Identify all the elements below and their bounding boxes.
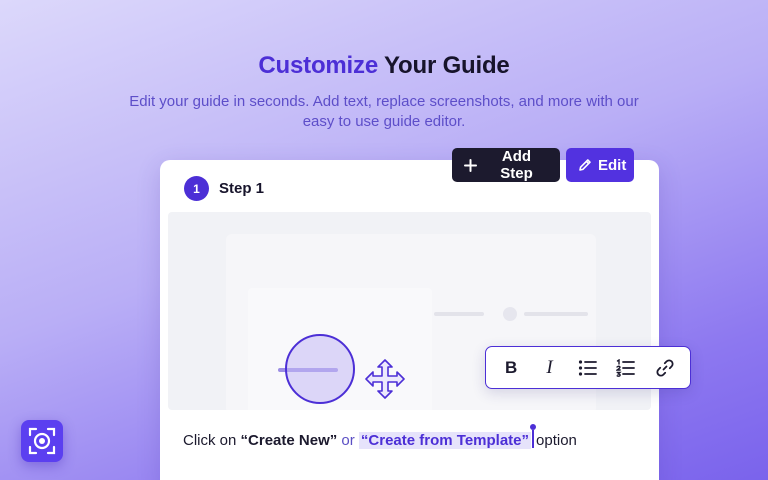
preview-bar [434, 312, 484, 316]
link-button[interactable] [652, 355, 678, 381]
instruction-option-create-new: “Create New” [240, 432, 338, 449]
bold-button[interactable]: B [498, 355, 524, 381]
step-title: Step 1 [219, 180, 265, 197]
add-step-button[interactable]: Add Step [452, 148, 560, 182]
bullet-list-icon [578, 359, 597, 376]
preview-dot-icon [503, 307, 517, 321]
edit-label: Edit [598, 156, 627, 174]
camera-focus-icon [28, 427, 56, 455]
step-number-badge: 1 [184, 176, 209, 201]
numbered-list-icon [616, 358, 636, 377]
italic-button[interactable]: I [537, 355, 563, 381]
magnifier-circle[interactable] [285, 334, 355, 404]
numbered-list-button[interactable] [613, 355, 639, 381]
bullet-list-button[interactable] [575, 355, 601, 381]
page-subtitle: Edit your guide in seconds. Add text, re… [129, 93, 639, 130]
pencil-icon [578, 158, 592, 172]
instruction-prefix: Click on [183, 432, 241, 449]
page-title-accent: Customize [258, 52, 378, 79]
step-instruction-text[interactable]: Click on “Create New” or “Create from Te… [183, 424, 577, 449]
instruction-connector: or [337, 432, 359, 449]
instruction-suffix: option [536, 432, 577, 449]
plus-icon [464, 158, 477, 172]
move-arrows-icon[interactable] [364, 358, 406, 400]
step-header: 1 Step 1 [184, 176, 264, 201]
page-title: Customize Your Guide [0, 52, 768, 80]
add-step-label: Add Step [500, 148, 533, 182]
guide-step-card: 1 Step 1 B I Click on “Create New” or “C… [160, 160, 691, 480]
page-title-rest: Your Guide [377, 52, 510, 79]
link-icon [656, 358, 674, 377]
brand-logo[interactable] [21, 420, 63, 462]
text-cursor [530, 424, 537, 448]
edit-button[interactable]: Edit [566, 148, 634, 182]
instruction-selected-text[interactable]: “Create from Template” [358, 432, 532, 449]
preview-bar [524, 312, 588, 316]
format-toolbar: B I [485, 346, 691, 389]
